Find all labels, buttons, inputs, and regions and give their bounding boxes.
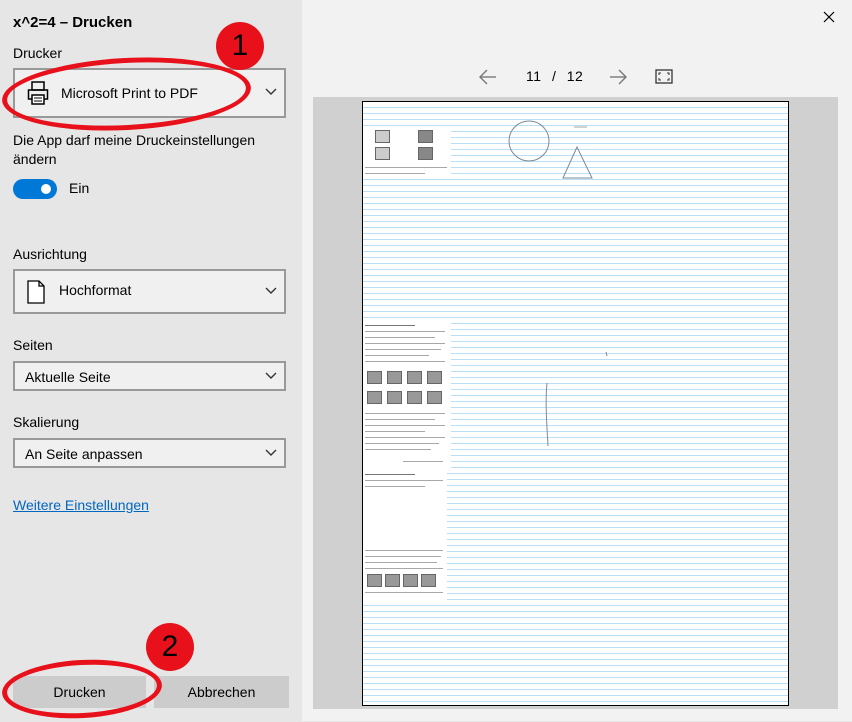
embedded-thumbnail	[363, 319, 451, 469]
printer-label: Drucker	[13, 45, 63, 61]
page-portrait-icon	[27, 280, 45, 309]
toggle-knob	[41, 184, 51, 194]
page-counter: 11 / 12	[526, 68, 583, 84]
chevron-down-icon	[265, 372, 277, 382]
orientation-label: Ausrichtung	[13, 246, 87, 262]
toggle-state-label: Ein	[69, 180, 90, 196]
chevron-down-icon	[265, 449, 277, 459]
previous-page-icon[interactable]	[478, 67, 498, 92]
scaling-select[interactable]: An Seite anpassen	[13, 438, 286, 468]
preview-page	[362, 101, 789, 706]
close-icon[interactable]	[820, 8, 838, 26]
scaling-label: Skalierung	[13, 414, 80, 430]
pages-label: Seiten	[13, 337, 53, 353]
chevron-down-icon	[265, 88, 277, 98]
current-page: 11	[526, 68, 542, 84]
scaling-value: An Seite anpassen	[25, 446, 143, 462]
app-settings-label: Die App darf meine Druckeinstellungen än…	[13, 132, 256, 167]
page-separator: /	[551, 68, 557, 84]
orientation-value: Hochformat	[59, 282, 132, 298]
embedded-thumbnail	[363, 470, 447, 600]
next-page-icon[interactable]	[608, 67, 628, 92]
total-pages: 12	[566, 68, 584, 84]
annotation-badge-1: 1	[216, 22, 264, 70]
chevron-down-icon	[265, 287, 277, 297]
cancel-button[interactable]: Abbrechen	[154, 676, 289, 708]
dialog-title: x^2=4 – Drucken	[13, 14, 133, 31]
pages-value: Aktuelle Seite	[25, 369, 111, 385]
more-settings-link[interactable]: Weitere Einstellungen	[13, 497, 149, 513]
pages-select[interactable]: Aktuelle Seite	[13, 361, 286, 391]
annotation-badge-2: 2	[146, 623, 194, 671]
app-settings-toggle[interactable]	[13, 179, 57, 199]
embedded-thumbnail	[363, 127, 451, 177]
orientation-select[interactable]: Hochformat	[13, 269, 286, 314]
fit-page-icon[interactable]	[655, 69, 673, 89]
